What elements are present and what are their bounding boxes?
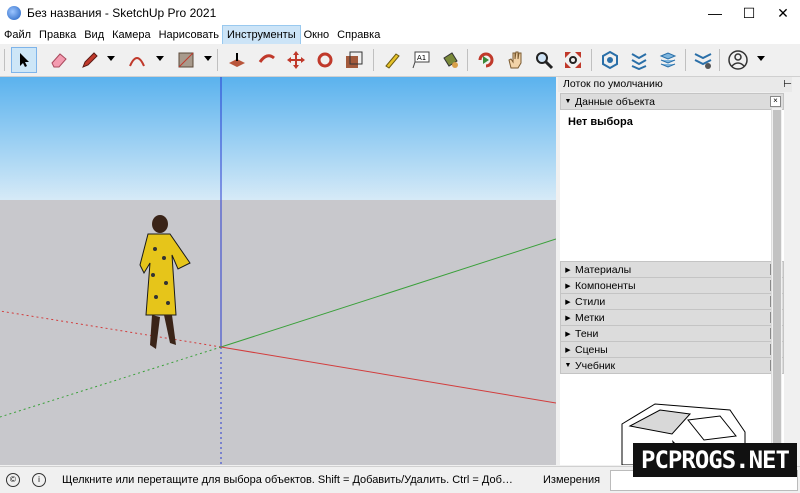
toolbar-separator [719,49,720,71]
pencil-icon[interactable] [77,47,103,73]
pan-icon[interactable] [502,47,528,73]
eraser-icon[interactable] [46,47,72,73]
watermark-logo: PCPROGS.NET [633,443,797,477]
window-title: Без названия - SketchUp Pro 2021 [27,6,217,20]
panel-tags-header[interactable]: ▶ Метки × [560,309,784,326]
toolbar-separator [685,49,686,71]
select-icon[interactable] [11,47,37,73]
tray-pin-icon[interactable]: ⊢ [783,79,792,90]
maximize-button[interactable]: ☐ [732,0,766,26]
collapse-arrow-icon: ▼ [564,98,572,105]
toolbar-separator [217,49,218,71]
profile-dropdown-icon[interactable] [757,56,765,61]
measurements-label: Измерения [543,474,601,486]
panel-materials-label: Материалы [575,263,632,276]
expand-arrow-icon: ▶ [565,266,571,274]
panel-styles-header[interactable]: ▶ Стили × [560,293,784,310]
expand-arrow-icon: ▶ [565,298,571,306]
panel-materials-header[interactable]: ▶ Материалы × [560,261,784,278]
extension-icon[interactable] [626,47,652,73]
panel-instructor-header[interactable]: ▼ Учебник × [560,357,784,374]
scene-svg [0,77,556,465]
toolbar-grip[interactable] [4,49,5,71]
panel-entity-info-header[interactable]: ▼ Данные объекта × [560,93,784,110]
text-icon[interactable]: A1 [408,47,434,73]
move-icon[interactable] [283,47,309,73]
toolbar-separator [467,49,468,71]
toolbar-separator [591,49,592,71]
panel-shadows-label: Тени [575,327,599,340]
menu-view[interactable]: Вид [80,26,108,44]
minimize-button[interactable]: — [698,0,732,26]
expand-arrow-icon: ▶ [565,346,571,354]
menu-help[interactable]: Справка [333,26,384,44]
zoom-extents-icon[interactable] [560,47,586,73]
menu-window[interactable]: Окно [300,26,334,44]
default-tray: Лоток по умолчанию ⊢ ▼ Данные объекта × … [558,77,800,466]
menu-tools[interactable]: Инструменты [222,25,301,45]
panel-components-header[interactable]: ▶ Компоненты × [560,277,784,294]
tray-title: Лоток по умолчанию [558,77,792,92]
send-to-layout-icon[interactable] [690,47,716,73]
menu-draw[interactable]: Нарисовать [155,26,223,44]
arc-icon[interactable] [124,47,150,73]
pencil-dropdown-icon[interactable] [107,56,115,61]
panel-entity-info-label: Данные объекта [575,95,656,108]
panel-components-label: Компоненты [575,279,636,292]
scale-figure[interactable] [139,215,191,349]
main-toolbar: A1 [0,44,800,77]
paint-bucket-icon[interactable] [437,47,463,73]
panel-shadows-header[interactable]: ▶ Тени × [560,325,784,342]
profile-icon[interactable] [725,47,751,73]
follow-me-icon[interactable] [254,47,280,73]
expand-arrow-icon: ▶ [565,282,571,290]
toolbar-separator [373,49,374,71]
expand-arrow-icon: ▶ [565,314,571,322]
zoom-icon[interactable] [531,47,557,73]
push-pull-icon[interactable] [224,47,250,73]
panel-scenes-label: Сцены [575,343,608,356]
shape-icon[interactable] [173,47,199,73]
layout-icon[interactable] [655,47,681,73]
sketchup-app-icon [7,6,21,20]
panel-tags-label: Метки [575,311,605,324]
red-axis [220,346,556,404]
expand-arrow-icon: ▶ [565,330,571,338]
tray-scrollbar[interactable] [771,108,782,465]
menu-bar: Файл Правка Вид Камера Нарисовать Инстру… [0,25,800,45]
shape-dropdown-icon[interactable] [204,56,212,61]
svg-text:A1: A1 [417,54,426,62]
title-bar: Без названия - SketchUp Pro 2021 — ☐ ✕ [0,0,800,26]
green-axis [220,238,556,348]
no-selection-text: Нет выбора [568,116,633,128]
collapse-arrow-icon: ▼ [564,362,572,369]
tray-scrollbar-thumb[interactable] [773,110,781,465]
menu-camera[interactable]: Камера [108,26,154,44]
panel-scenes-header[interactable]: ▶ Сцены × [560,341,784,358]
close-button[interactable]: ✕ [766,0,800,26]
orbit-icon[interactable] [473,47,499,73]
warehouse-icon[interactable] [597,47,623,73]
info-icon[interactable]: i [32,473,46,487]
menu-edit[interactable]: Правка [35,26,80,44]
menu-file[interactable]: Файл [0,26,35,44]
panel-styles-label: Стили [575,295,606,308]
tape-measure-icon[interactable] [379,47,405,73]
modeling-viewport[interactable] [0,77,556,465]
status-message: Щелкните или перетащите для выбора объек… [62,474,513,486]
arc-dropdown-icon[interactable] [156,56,164,61]
panel-close-icon[interactable]: × [770,96,781,107]
green-axis-negative [0,346,222,418]
geo-location-icon[interactable]: © [6,473,20,487]
entity-info-body: Нет выбора [560,110,784,262]
rotate-icon[interactable] [312,47,338,73]
panel-instructor-label: Учебник [575,359,616,372]
scale-icon[interactable] [341,47,367,73]
red-axis-negative [0,310,222,348]
